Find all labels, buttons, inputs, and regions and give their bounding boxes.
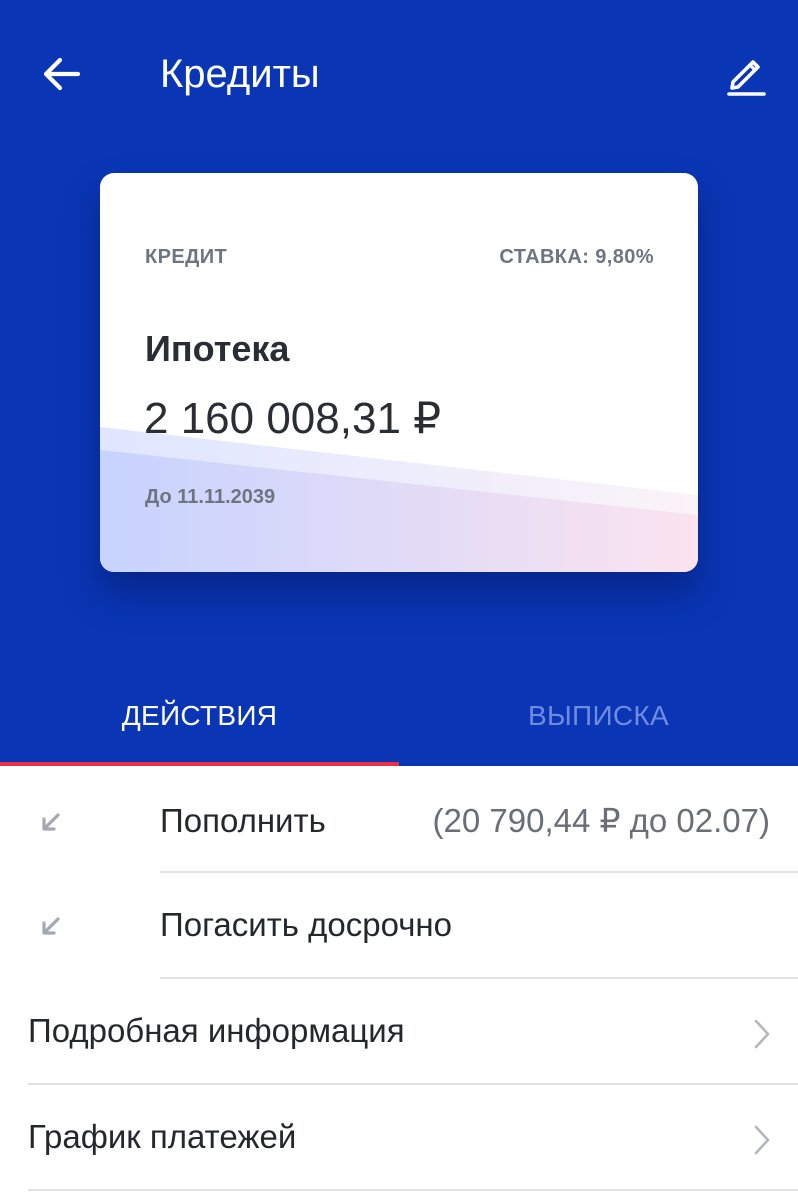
card-wave-decoration [100, 427, 698, 572]
loan-card[interactable]: КРЕДИТ СТАВКА: 9,80% Ипотека 2 160 008,3… [100, 173, 698, 572]
link-detailed-info-label: Подробная информация [28, 1012, 405, 1049]
edit-button[interactable] [718, 46, 774, 102]
divider [28, 1083, 798, 1085]
active-tab-indicator [0, 762, 399, 766]
action-early-repayment[interactable]: Погасить досрочно [0, 874, 798, 980]
link-payment-schedule-label: График платежей [28, 1118, 297, 1155]
link-payment-schedule[interactable]: График платежей [0, 1086, 798, 1192]
divider [160, 977, 798, 979]
back-button[interactable] [36, 48, 88, 100]
due-date-label: До 11.11.2039 [145, 486, 276, 508]
divider [160, 871, 798, 873]
arrow-down-left-icon [42, 917, 60, 935]
app-header: Кредиты КРЕДИТ СТАВКА: 9,80% Ипотека 2 1… [0, 0, 798, 766]
interest-rate-label: СТАВКА: 9,80% [499, 246, 654, 268]
tab-statement[interactable]: ВЫПИСКА [399, 696, 798, 766]
tab-actions[interactable]: ДЕЙСТВИЯ [0, 696, 399, 766]
card-type-label: КРЕДИТ [145, 246, 228, 268]
chevron-right-icon [754, 1125, 770, 1155]
next-payment-info: (20 790,44 ₽ до 02.07) [432, 802, 770, 839]
page-title: Кредиты [160, 52, 320, 96]
loan-name: Ипотека [145, 328, 290, 369]
action-top-up-label: Пополнить [160, 802, 326, 839]
chevron-right-icon [754, 1019, 770, 1049]
arrow-down-left-icon [42, 813, 60, 831]
pencil-icon [727, 60, 766, 96]
action-early-repayment-label: Погасить досрочно [160, 906, 453, 943]
loan-balance: 2 160 008,31 ₽ [144, 394, 442, 443]
arrow-left-icon [43, 57, 81, 91]
divider [28, 1189, 798, 1191]
action-top-up[interactable]: Пополнить (20 790,44 ₽ до 02.07) [0, 770, 798, 876]
link-detailed-info[interactable]: Подробная информация [0, 980, 798, 1086]
